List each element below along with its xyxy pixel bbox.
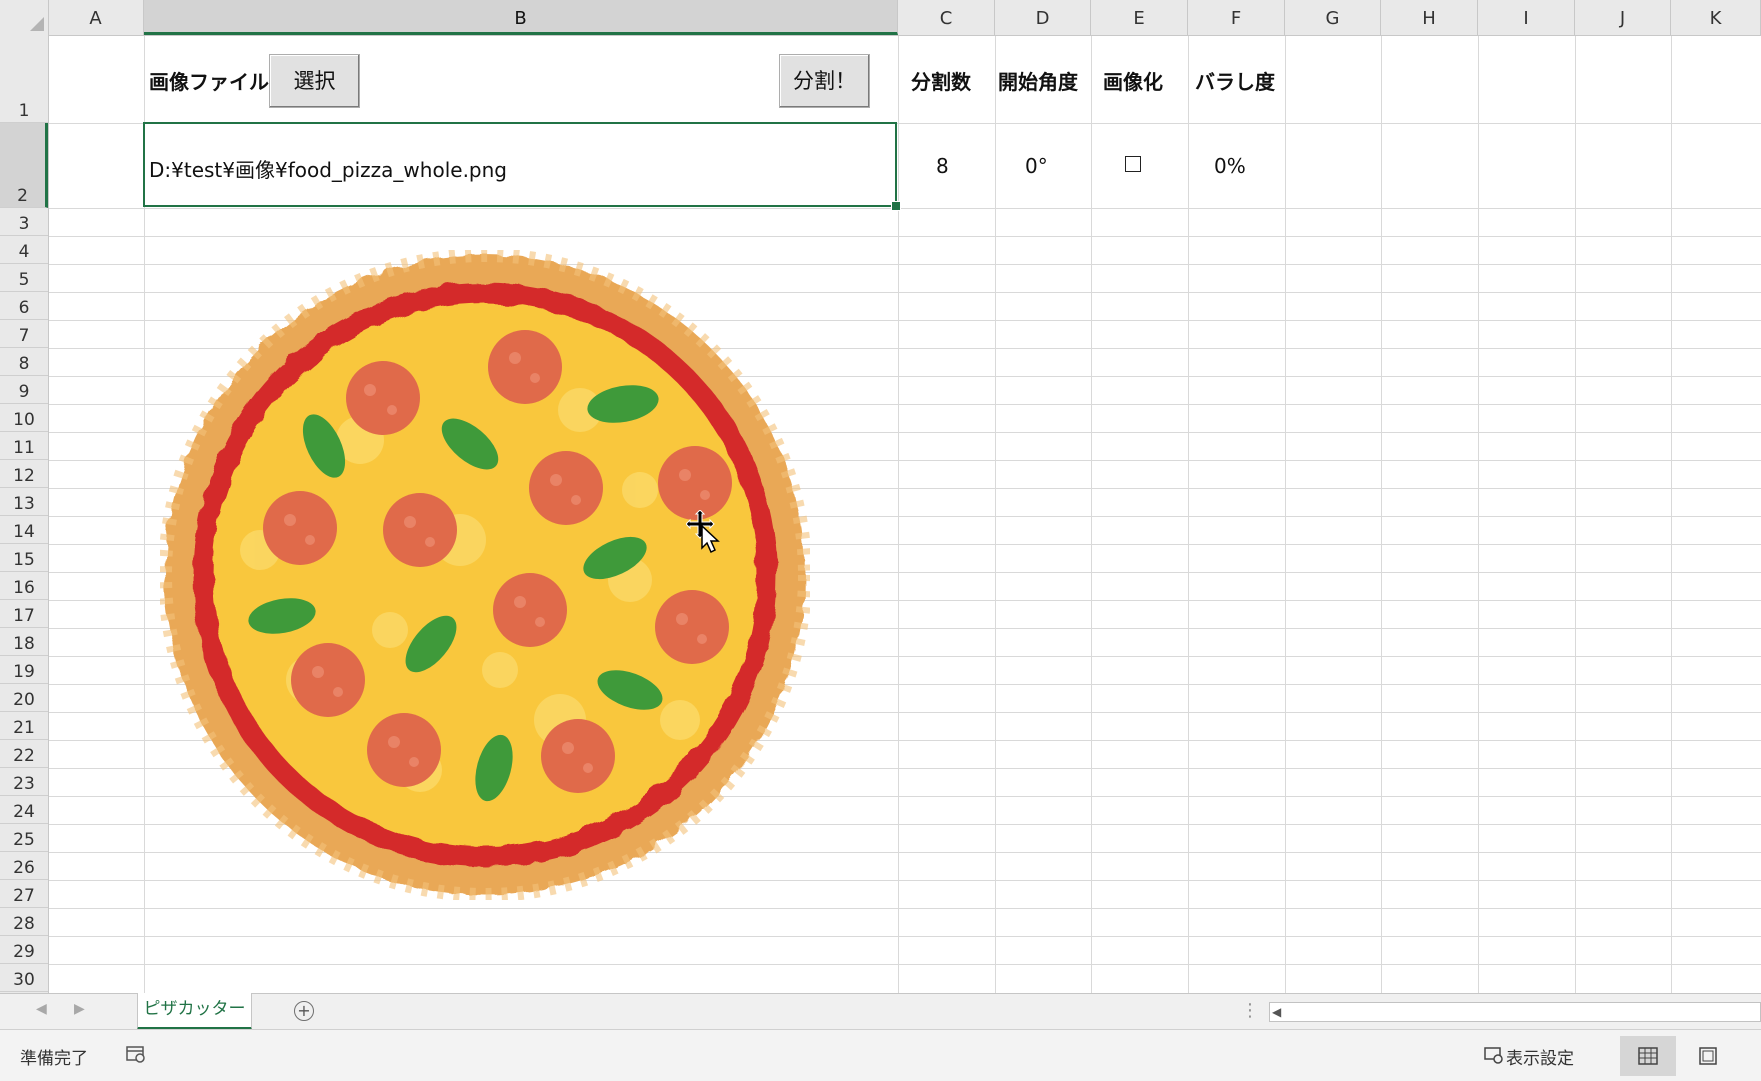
row-header-2[interactable]: 2 — [0, 123, 48, 208]
status-ready: 準備完了 — [20, 1049, 88, 1069]
row-header-22[interactable]: 22 — [0, 740, 48, 768]
image-file-label: 画像ファイル — [149, 70, 269, 94]
start-angle-header: 開始角度 — [998, 70, 1078, 94]
display-settings-button[interactable]: 表示設定 — [1506, 1044, 1574, 1069]
macro-status-icon[interactable] — [126, 1045, 146, 1063]
split-button[interactable]: 分割！ — [779, 54, 870, 108]
to-image-header: 画像化 — [1103, 70, 1163, 94]
column-header-i[interactable]: I — [1478, 0, 1575, 35]
row-header-18[interactable]: 18 — [0, 628, 48, 656]
column-header-b[interactable]: B — [144, 0, 898, 35]
page-layout-view-button[interactable] — [1680, 1036, 1736, 1076]
row-header-23[interactable]: 23 — [0, 768, 48, 796]
sheet-nav-right-icon[interactable]: ▶ — [74, 1001, 85, 1017]
row-header-3[interactable]: 3 — [0, 208, 48, 236]
scatter-cell[interactable]: 0% — [1214, 154, 1246, 178]
column-header-a[interactable]: A — [48, 0, 144, 35]
to-image-checkbox[interactable] — [1125, 156, 1141, 172]
sheet-tab-bar: ◀ ▶ ピザカッター + ⋮ ◀ — [0, 993, 1761, 1030]
split-count-cell[interactable]: 8 — [936, 154, 949, 178]
active-cell-selection — [143, 122, 897, 207]
scatter-header: バラし度 — [1195, 70, 1275, 94]
scroll-left-icon[interactable]: ◀ — [1272, 1003, 1281, 1021]
row-header-12[interactable]: 12 — [0, 460, 48, 488]
add-sheet-icon[interactable]: + — [294, 1001, 314, 1021]
start-angle-cell[interactable]: 0° — [1025, 154, 1048, 178]
row-header-13[interactable]: 13 — [0, 488, 48, 516]
row-header-11[interactable]: 11 — [0, 432, 48, 460]
column-header-c[interactable]: C — [898, 0, 995, 35]
normal-view-icon — [1638, 1047, 1658, 1065]
sheet-nav-left-icon[interactable]: ◀ — [36, 1001, 47, 1017]
row-header-26[interactable]: 26 — [0, 852, 48, 880]
display-settings-icon — [1484, 1047, 1503, 1064]
normal-view-button[interactable] — [1620, 1036, 1676, 1076]
row-header-9[interactable]: 9 — [0, 376, 48, 404]
column-header-f[interactable]: F — [1188, 0, 1285, 35]
row-header-21[interactable]: 21 — [0, 712, 48, 740]
row-header-6[interactable]: 6 — [0, 292, 48, 320]
tab-splitter-icon[interactable]: ⋮ — [1241, 1000, 1259, 1021]
row-header-1[interactable]: 1 — [0, 35, 48, 123]
row-header-14[interactable]: 14 — [0, 516, 48, 544]
select-all-corner[interactable] — [0, 0, 49, 35]
row-header-10[interactable]: 10 — [0, 404, 48, 432]
row-header-16[interactable]: 16 — [0, 572, 48, 600]
row-header-4[interactable]: 4 — [0, 236, 48, 264]
cursor-move-icon — [686, 510, 720, 554]
row-header-8[interactable]: 8 — [0, 348, 48, 376]
column-header-j[interactable]: J — [1575, 0, 1671, 35]
page-layout-view-icon — [1699, 1047, 1717, 1065]
column-header-e[interactable]: E — [1091, 0, 1188, 35]
row-header-5[interactable]: 5 — [0, 264, 48, 292]
column-header-k[interactable]: K — [1671, 0, 1761, 35]
row-header-25[interactable]: 25 — [0, 824, 48, 852]
row-header-15[interactable]: 15 — [0, 544, 48, 572]
column-header-g[interactable]: G — [1285, 0, 1381, 35]
split-count-header: 分割数 — [911, 70, 971, 94]
row-header-column: 1 2 3 4 5 6 7 8 9 10 11 12 13 14 15 16 1… — [0, 35, 49, 993]
pizza-image[interactable] — [160, 250, 810, 900]
row-header-7[interactable]: 7 — [0, 320, 48, 348]
select-file-button[interactable]: 選択 — [269, 54, 360, 108]
row-header-27[interactable]: 27 — [0, 880, 48, 908]
fill-handle[interactable] — [891, 201, 901, 211]
row-header-28[interactable]: 28 — [0, 908, 48, 936]
row-header-24[interactable]: 24 — [0, 796, 48, 824]
status-bar: 準備完了 表示設定 — [0, 1029, 1761, 1081]
horizontal-scrollbar[interactable]: ◀ — [1269, 1002, 1761, 1022]
row-header-19[interactable]: 19 — [0, 656, 48, 684]
column-header-row: A B C D E F G H I J K — [0, 0, 1761, 36]
column-header-h[interactable]: H — [1381, 0, 1478, 35]
sheet-tab-pizza-cutter[interactable]: ピザカッター — [137, 993, 252, 1030]
column-header-d[interactable]: D — [995, 0, 1091, 35]
row-header-30[interactable]: 30 — [0, 964, 48, 992]
row-header-20[interactable]: 20 — [0, 684, 48, 712]
row-header-29[interactable]: 29 — [0, 936, 48, 964]
row-header-17[interactable]: 17 — [0, 600, 48, 628]
